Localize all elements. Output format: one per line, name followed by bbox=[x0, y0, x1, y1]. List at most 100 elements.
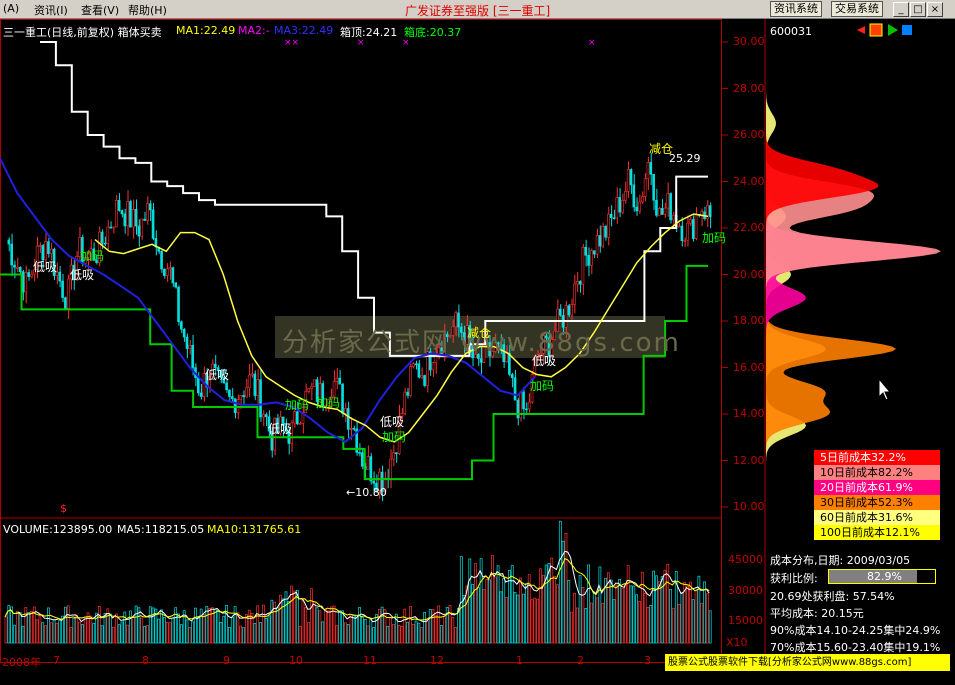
play-icon[interactable] bbox=[869, 23, 883, 37]
volume-bar bbox=[375, 614, 378, 644]
menu-item-info[interactable]: 资讯(I) bbox=[34, 2, 68, 18]
volume-bar bbox=[502, 578, 506, 644]
close-button[interactable]: × bbox=[927, 2, 943, 17]
volume-bar bbox=[406, 621, 409, 644]
menu-item-a[interactable]: (A) bbox=[3, 2, 19, 15]
candle-body bbox=[683, 239, 687, 242]
volume-bar bbox=[75, 615, 79, 644]
candle-body bbox=[618, 197, 622, 213]
volume-bar bbox=[567, 579, 571, 644]
candle-body bbox=[109, 226, 112, 229]
candle-body bbox=[24, 272, 28, 293]
volume-bar bbox=[632, 585, 636, 644]
volume-bar bbox=[380, 606, 384, 644]
volume-bar bbox=[341, 610, 344, 644]
price-tick: 30.00 bbox=[733, 35, 765, 48]
arrow-icon[interactable] bbox=[888, 24, 898, 36]
volume-bar bbox=[335, 625, 339, 644]
volume-bar bbox=[92, 623, 96, 644]
signal-add: 加码 bbox=[80, 249, 105, 263]
candle-body bbox=[120, 210, 124, 215]
candle-body bbox=[338, 377, 342, 385]
grid-icon[interactable] bbox=[902, 25, 912, 35]
candle-body bbox=[335, 377, 339, 382]
volume-bar bbox=[423, 611, 426, 644]
volume-bar bbox=[420, 627, 424, 644]
signal-low-buy: 低吸 bbox=[70, 268, 95, 282]
time-tick: 10 bbox=[289, 654, 303, 667]
volume-bar bbox=[485, 578, 489, 644]
volume-bar bbox=[448, 605, 452, 644]
flag-icon[interactable] bbox=[857, 26, 865, 34]
candle-body bbox=[199, 392, 203, 397]
menu-item-view[interactable]: 查看(V) bbox=[81, 2, 119, 18]
candle-body bbox=[27, 272, 30, 277]
candle-body bbox=[18, 266, 22, 272]
dollar-marker: $ bbox=[60, 502, 67, 515]
mouse-cursor-icon bbox=[878, 377, 892, 401]
info-system-button[interactable]: 资讯系统 bbox=[770, 1, 822, 17]
volume-bar bbox=[592, 592, 596, 644]
candle-body bbox=[584, 246, 588, 256]
candle-body bbox=[394, 452, 398, 455]
candle-body bbox=[479, 358, 483, 363]
volume-bar bbox=[434, 614, 438, 644]
trade-system-button[interactable]: 交易系统 bbox=[831, 1, 883, 17]
volume-bar bbox=[21, 626, 25, 644]
time-tick: 11 bbox=[363, 654, 377, 667]
volume-bar bbox=[454, 626, 458, 644]
volume-bar bbox=[239, 625, 243, 644]
volume-bar bbox=[595, 597, 599, 644]
minimize-button[interactable]: _ bbox=[893, 2, 909, 17]
candle-body bbox=[420, 375, 424, 378]
candle-body bbox=[708, 205, 712, 217]
candle-body bbox=[180, 321, 183, 330]
volume-bar bbox=[360, 616, 364, 644]
volume-bar bbox=[462, 595, 466, 644]
candle-body bbox=[406, 391, 409, 396]
volume-bar bbox=[338, 610, 342, 644]
cost-distribution bbox=[766, 76, 941, 484]
signal-add: 加码 bbox=[382, 430, 407, 444]
volume-bar bbox=[400, 626, 404, 644]
candle-body bbox=[592, 250, 596, 255]
volume-bar bbox=[573, 592, 576, 644]
signal-add: 加码 bbox=[702, 231, 727, 245]
candle-body bbox=[233, 398, 237, 413]
volume-bar bbox=[669, 588, 672, 644]
candle-body bbox=[245, 387, 248, 398]
box-bottom-label: 箱底:20.37 bbox=[404, 26, 462, 39]
volume-bar bbox=[414, 620, 418, 644]
volume-bar bbox=[143, 625, 146, 644]
candle-body bbox=[148, 203, 152, 211]
box-bottom-line bbox=[0, 264, 708, 481]
footer-ad[interactable]: 股票公式股票软件下载[分析家公式网www.88gs.com] bbox=[665, 654, 950, 671]
volume-bar bbox=[508, 569, 511, 644]
candle-body bbox=[431, 362, 435, 371]
candle-body bbox=[13, 264, 16, 268]
volume-bar bbox=[525, 583, 528, 644]
time-tick: 3 bbox=[644, 654, 651, 667]
volume-bar bbox=[179, 624, 183, 644]
volume-bar bbox=[468, 558, 472, 644]
volume-bar bbox=[643, 592, 647, 644]
candle-body bbox=[293, 411, 296, 424]
time-tick: 1 bbox=[516, 654, 523, 667]
signal-low-buy: 低吸 bbox=[205, 368, 230, 382]
candle-body bbox=[609, 213, 613, 219]
volume-bar bbox=[533, 597, 537, 644]
volume-bar bbox=[196, 616, 200, 644]
signal-low-buy: 低吸 bbox=[33, 260, 58, 274]
candle-body bbox=[168, 267, 172, 270]
volume-bar bbox=[287, 601, 291, 644]
volume-bar bbox=[377, 608, 381, 644]
volume-bar bbox=[705, 593, 709, 644]
volume-bar bbox=[459, 556, 463, 644]
volume-bar bbox=[18, 612, 22, 644]
volume-bar bbox=[638, 601, 641, 644]
volume-bar bbox=[35, 619, 39, 644]
volume-bar bbox=[148, 606, 152, 644]
maximize-button[interactable]: □ bbox=[910, 2, 926, 17]
volume-bar bbox=[553, 575, 557, 644]
menu-item-help[interactable]: 帮助(H) bbox=[128, 2, 167, 18]
